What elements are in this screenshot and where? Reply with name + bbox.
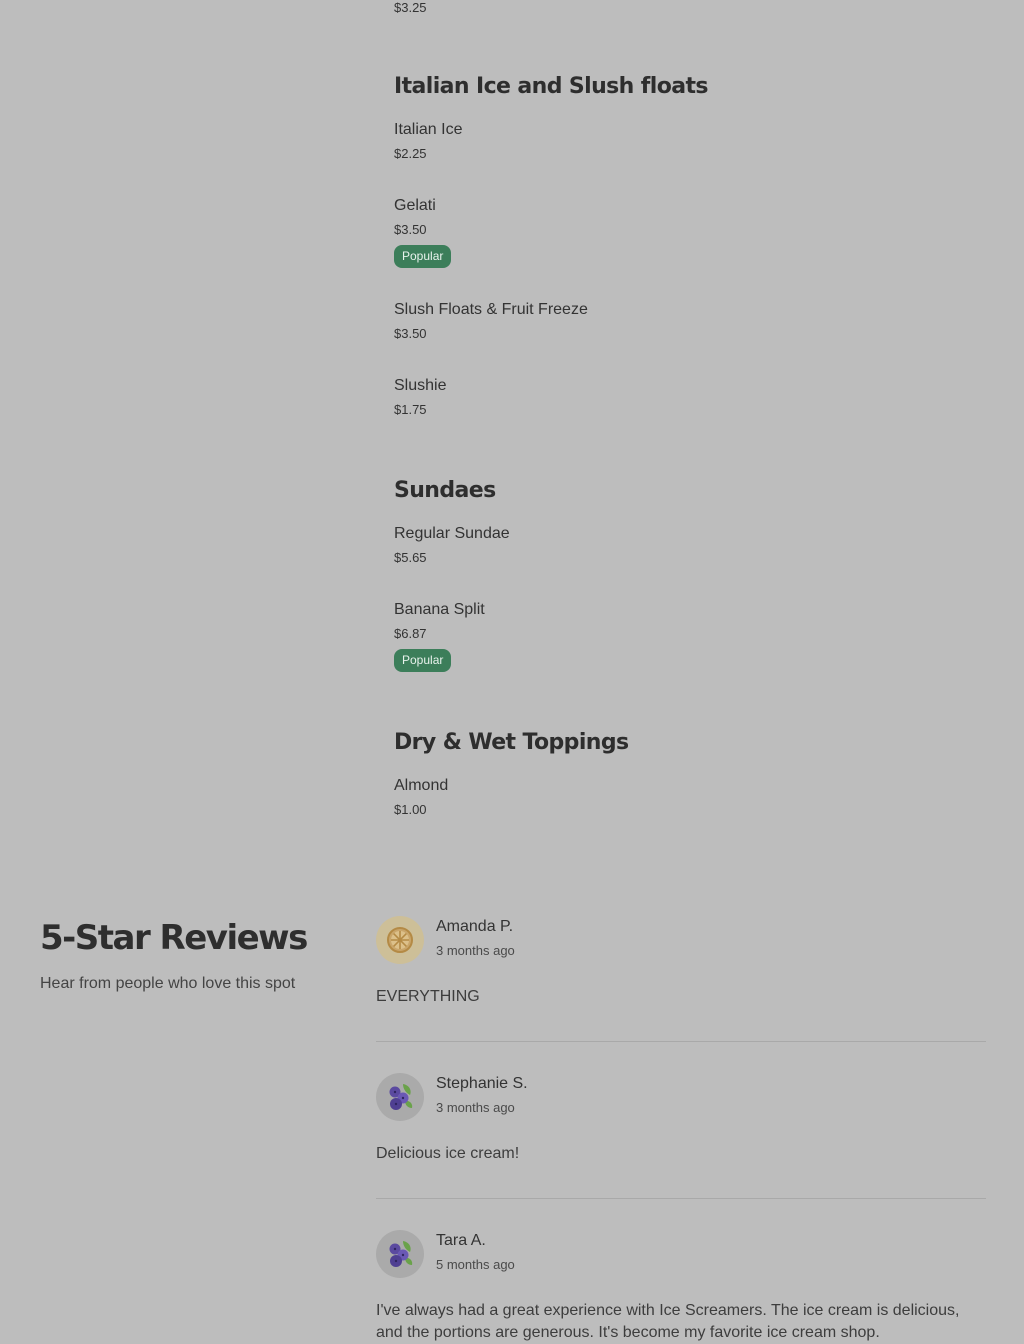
popular-badge: Popular [394,649,452,672]
blueberries-icon [389,1241,413,1267]
review-time: 3 months ago [436,943,515,958]
popular-badge: Popular [394,245,452,268]
divider [376,1041,986,1042]
divider [376,1198,986,1199]
menu-item-italian-ice[interactable]: Italian Ice $2.25 [394,121,462,161]
item-price: $1.75 [394,402,427,417]
menu-item-almond[interactable]: Almond $1.00 [394,777,448,817]
item-name: Gelati [394,197,436,214]
item-name: Italian Ice [394,121,463,138]
avatar [376,1073,424,1121]
review-text: EVERYTHING [376,988,480,1005]
avatar [376,1230,424,1278]
avatar [376,916,424,964]
item-name: Slushie [394,377,447,394]
item-price: $5.65 [394,550,427,565]
item-price: $3.25 [394,0,427,15]
menu-item-gelati[interactable]: Gelati $3.50 Popular [394,197,452,268]
menu-item-banana-split[interactable]: Banana Split $6.87 Popular [394,601,485,672]
item-price: $6.87 [394,626,427,641]
menu-item-slushie[interactable]: Slushie $1.75 [394,377,446,417]
reviewer-name: Stephanie S. [436,1075,528,1092]
item-price: $3.50 [394,222,427,237]
menu-item-regular-sundae[interactable]: Regular Sundae $5.65 [394,525,510,565]
item-price: $2.25 [394,146,427,161]
item-name: Banana Split [394,601,485,618]
reviews-subtitle: Hear from people who love this spot [40,975,296,992]
review-time: 3 months ago [436,1100,515,1115]
review-text: I've always had a great experience with … [376,1302,960,1341]
section-title-toppings: Dry & Wet Toppings [394,730,629,755]
menu-item-slush-floats[interactable]: Slush Floats & Fruit Freeze $3.50 [394,301,588,341]
item-price: $1.00 [394,802,427,817]
reviewer-name: Tara A. [436,1232,486,1249]
blueberries-icon [389,1084,413,1110]
item-name: Almond [394,777,449,794]
reviewer-name: Amanda P. [436,918,514,935]
reviews-heading: 5-Star Reviews [40,918,308,958]
review-text: Delicious ice cream! [376,1145,520,1162]
section-title-italian-ice: Italian Ice and Slush floats [394,74,708,99]
review-time: 5 months ago [436,1257,515,1272]
item-price: $3.50 [394,326,427,341]
orange-slice-icon [387,927,413,953]
item-name: Regular Sundae [394,525,510,542]
item-name: Slush Floats & Fruit Freeze [394,301,588,318]
section-title-sundaes: Sundaes [394,478,496,503]
